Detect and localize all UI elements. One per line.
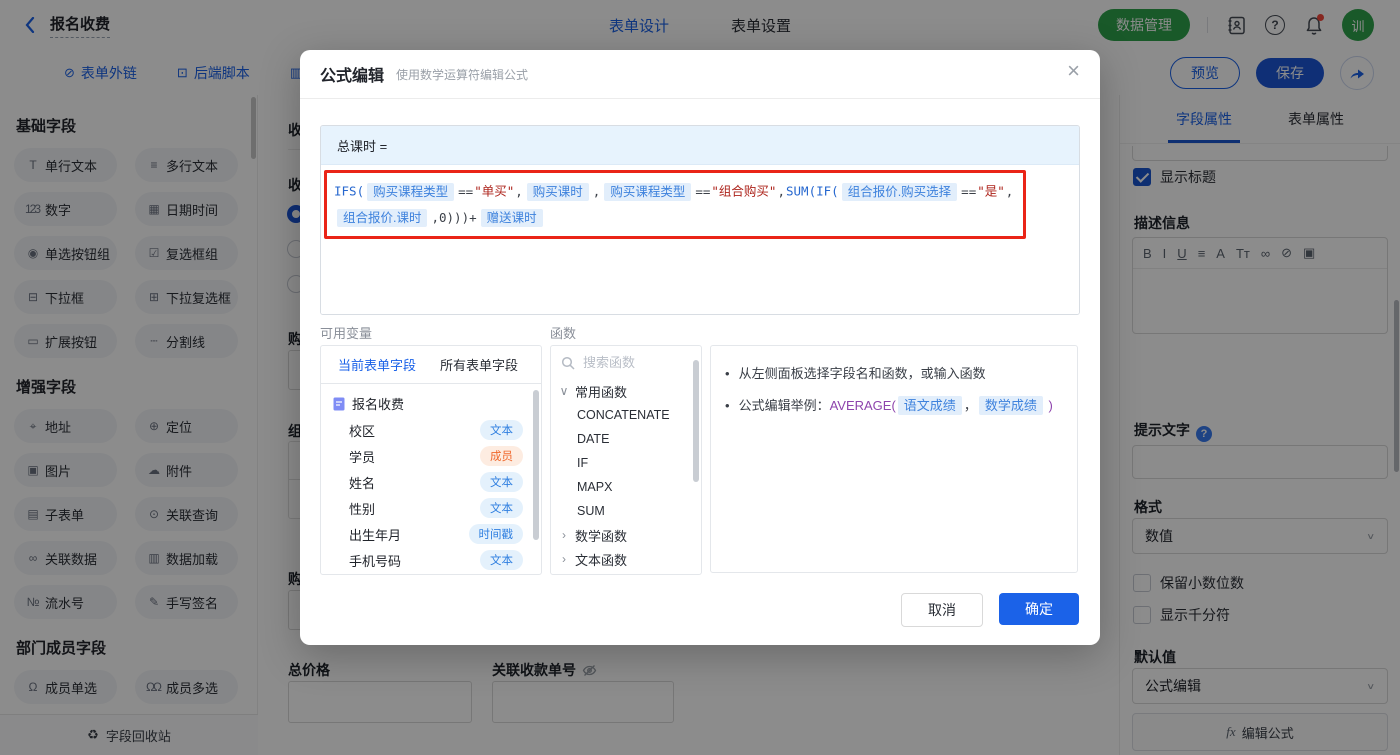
help-tip: 从左侧面板选择字段名和函数，或输入函数	[738, 366, 986, 381]
modal-title: 公式编辑	[320, 68, 385, 85]
formula-token: IFS(	[334, 183, 365, 199]
function-search[interactable]	[551, 346, 701, 379]
confirm-button[interactable]: 确定	[999, 593, 1079, 625]
variable-field-row[interactable]: 性别 文本	[321, 495, 541, 521]
field-type-badge: 成员	[480, 446, 523, 466]
field-type-badge: 时间戳	[468, 524, 523, 544]
function-group[interactable]: › 文本函数	[551, 547, 701, 571]
function-item[interactable]: DATE	[551, 427, 701, 451]
formula-token: ==	[961, 183, 977, 199]
formula-token: ,	[592, 183, 601, 199]
function-group[interactable]: › 数学函数	[551, 523, 701, 547]
formula-editor: 总课时 = IFS(购买课程类型 =="单买", 购买课时, 购买课程类型 =="组合购…	[320, 125, 1080, 315]
formula-token: "单买"	[474, 183, 515, 199]
field-chip[interactable]: 购买课时	[526, 182, 589, 201]
form-node[interactable]: 报名收费	[321, 390, 541, 417]
help-example: 公式编辑举例：AVERAGE(语文成绩，数学成绩 )	[738, 396, 1053, 415]
variables-tab[interactable]: 当前表单字段	[338, 355, 416, 374]
function-item[interactable]: CONCATENATE	[551, 403, 701, 427]
field-chip: 数学成绩	[978, 396, 1043, 415]
function-group[interactable]: ∨ 常用函数	[551, 379, 701, 403]
chevron-right-icon: ›	[562, 528, 566, 542]
formula-token: "组合购买"	[711, 183, 777, 199]
variables-tab[interactable]: 所有表单字段	[440, 355, 518, 374]
field-chip[interactable]: 组合报价.购买选择	[841, 182, 958, 201]
formula-token: ,0)))+	[431, 210, 477, 225]
field-type-badge: 文本	[480, 420, 523, 440]
chevron-right-icon: ›	[562, 552, 566, 566]
field-chip: 语文成绩	[897, 396, 962, 415]
formula-token: ==	[695, 183, 711, 199]
field-chip[interactable]: 购买课程类型	[604, 182, 692, 201]
function-item[interactable]: MAPX	[551, 475, 701, 499]
formula-token: SUM(IF(	[786, 183, 839, 199]
formula-edit-modal: 公式编辑 使用数学运算符编辑公式 × 总课时 = IFS(购买课程类型 =="单买…	[300, 50, 1100, 645]
variables-scrollbar[interactable]	[533, 390, 539, 540]
formula-token: ==	[458, 183, 474, 199]
formula-token: ,	[1005, 183, 1014, 199]
formula-input-area[interactable]: IFS(购买课程类型 =="单买", 购买课时, 购买课程类型 =="组合购买",SUM…	[321, 165, 1079, 314]
chevron-down-icon: ∨	[559, 384, 569, 398]
variable-field-row[interactable]: 校区 文本	[321, 417, 541, 443]
variables-label: 可用变量	[320, 326, 373, 341]
variable-field-row[interactable]: 学员 成员	[321, 443, 541, 469]
functions-scrollbar[interactable]	[693, 360, 699, 482]
close-icon[interactable]: ×	[1067, 60, 1080, 82]
functions-panel: ∨常用函数CONCATENATEDATEIFMAPXSUM›数学函数›文本函数	[550, 345, 702, 575]
field-type-badge: 文本	[480, 498, 523, 518]
search-icon	[561, 356, 575, 370]
variable-field-row[interactable]: 手机号码 文本	[321, 547, 541, 573]
cancel-button[interactable]: 取消	[901, 593, 983, 627]
variable-field-row[interactable]: 出生年月 时间戳	[321, 521, 541, 547]
variables-panel: 当前表单字段 所有表单字段 报名收费 校区 文本 学员 成员 姓名 文本 性别 文本 出生年月 时间戳…	[320, 345, 542, 575]
functions-label: 函数	[550, 326, 577, 341]
field-chip[interactable]: 组合报价.课时	[337, 209, 428, 227]
function-item[interactable]: IF	[551, 451, 701, 475]
formula-token: ,	[777, 183, 785, 199]
function-item[interactable]: SUM	[551, 499, 701, 523]
modal-subtitle: 使用数学运算符编辑公式	[396, 67, 529, 82]
formula-highlight-box: IFS(购买课程类型 =="单买", 购买课时, 购买课程类型 =="组合购买",SUM…	[324, 170, 1026, 239]
formula-token: "是"	[977, 183, 1005, 199]
formula-help-panel: • 从左侧面板选择字段名和函数，或输入函数 • 公式编辑举例：AVERAGE(语…	[710, 345, 1078, 573]
field-chip[interactable]: 购买课程类型	[367, 182, 455, 201]
formula-target: 总课时 =	[321, 126, 1079, 165]
field-type-badge: 文本	[480, 550, 523, 570]
variable-field-row[interactable]: 姓名 文本	[321, 469, 541, 495]
field-chip[interactable]: 赠送课时	[480, 209, 543, 227]
formula-token: ,	[515, 183, 523, 199]
field-type-badge: 文本	[480, 472, 523, 492]
document-icon	[333, 397, 345, 410]
function-search-input[interactable]	[581, 354, 685, 371]
